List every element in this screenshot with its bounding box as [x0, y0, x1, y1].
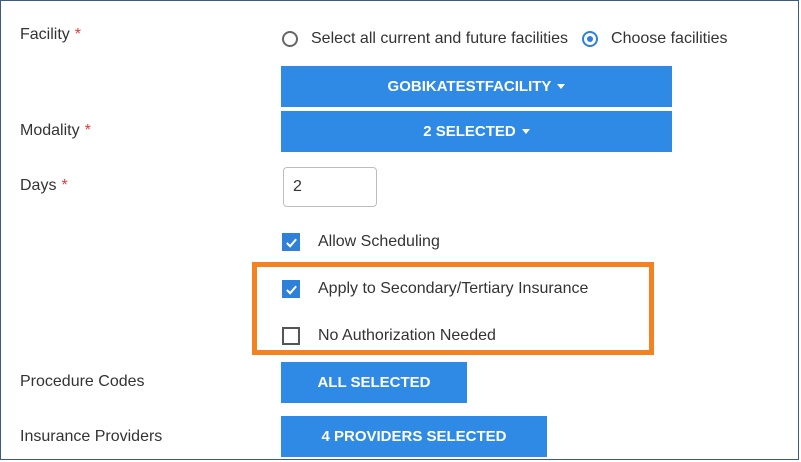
procedure-codes-button[interactable]: ALL SELECTED: [281, 362, 467, 403]
required-marker: *: [84, 122, 91, 139]
insurance-providers-label: Insurance Providers: [20, 428, 162, 446]
radio-select-all-label: Select all current and future facilities: [311, 30, 569, 47]
allow-scheduling-option[interactable]: Allow Scheduling: [282, 233, 440, 251]
caret-down-icon: [557, 84, 566, 89]
radio-select-all-facilities[interactable]: Select all current and future facilities: [282, 30, 568, 48]
facility-label-text: Facility: [20, 26, 70, 43]
modality-dropdown-button[interactable]: 2 SELECTED: [281, 111, 672, 152]
checkbox-checked-icon[interactable]: [282, 280, 300, 298]
days-label-text: Days: [20, 177, 57, 194]
facility-dropdown-button[interactable]: GOBIKATESTFACILITY: [281, 66, 672, 107]
modality-label: Modality *: [20, 122, 91, 140]
apply-secondary-tertiary-option[interactable]: Apply to Secondary/Tertiary Insurance: [282, 280, 588, 298]
radio-unchecked-icon[interactable]: [282, 31, 298, 47]
modality-label-text: Modality: [20, 122, 80, 139]
insurance-providers-label-text: Insurance Providers: [20, 428, 163, 445]
days-input[interactable]: [283, 167, 377, 207]
procedure-codes-button-label: ALL SELECTED: [317, 374, 431, 391]
facility-radio-group: Select all current and future facilities…: [282, 30, 742, 48]
procedure-codes-label: Procedure Codes: [20, 373, 145, 391]
facility-label: Facility *: [20, 26, 81, 44]
required-marker: *: [61, 177, 68, 194]
insurance-providers-button[interactable]: 4 PROVIDERS SELECTED: [281, 416, 547, 457]
apply-secondary-label: Apply to Secondary/Tertiary Insurance: [318, 280, 589, 297]
no-authorization-option[interactable]: No Authorization Needed: [282, 327, 496, 345]
no-authorization-label: No Authorization Needed: [318, 327, 496, 344]
days-label: Days *: [20, 177, 68, 195]
modality-dropdown-label: 2 SELECTED: [423, 123, 516, 140]
required-marker: *: [74, 26, 82, 43]
procedure-codes-label-text: Procedure Codes: [20, 373, 145, 390]
insurance-providers-button-label: 4 PROVIDERS SELECTED: [321, 428, 507, 445]
facility-dropdown-label: GOBIKATESTFACILITY: [387, 78, 552, 95]
allow-scheduling-label: Allow Scheduling: [318, 233, 440, 250]
radio-checked-icon[interactable]: [582, 31, 599, 47]
radio-choose-label: Choose facilities: [611, 30, 728, 47]
radio-choose-facilities[interactable]: Choose facilities: [582, 30, 728, 48]
checkbox-checked-icon[interactable]: [282, 233, 300, 251]
caret-down-icon: [521, 129, 530, 134]
checkbox-unchecked-icon[interactable]: [282, 327, 300, 345]
